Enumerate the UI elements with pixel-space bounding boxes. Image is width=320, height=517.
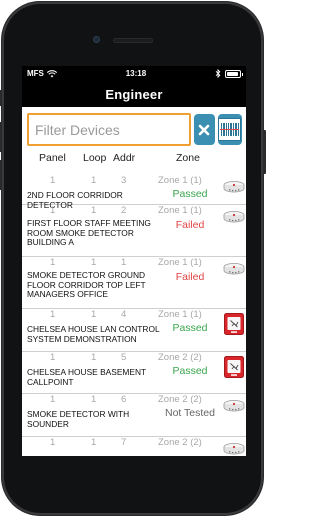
device-zone: Zone 1 (1) [158,257,202,268]
device-panel: 1 [50,352,56,363]
device-addr: 5 [121,352,127,363]
device-test-status: Not Tested [164,407,215,419]
filter-row [22,107,246,150]
device-list-item[interactable]: 1 1 2 Zone 1 (1) FIRST FLOOR STAFF MEETING R… [22,205,246,257]
column-headers: Panel Loop Addr Zone [22,150,246,164]
device-addr: 1 [121,257,127,268]
device-addr: 3 [121,175,127,186]
device-test-status: Passed [172,365,208,377]
callpoint-icon [224,356,244,378]
device-loop: 1 [91,257,97,268]
wifi-icon [46,69,57,77]
device-loop: 1 [91,309,97,320]
device-loop: 1 [91,175,97,186]
smoke-detector-icon [223,211,245,223]
clock: 13:18 [125,69,147,78]
device-test-status: Passed [172,322,208,334]
device-name: SMOKE DETECTOR GROUND FLOOR CORRIDOR TOP… [27,270,146,299]
device-test-status: Passed [172,188,208,200]
device-zone: Zone 2 (2) [158,352,202,363]
device-loop: 1 [91,205,97,216]
device-addr: 4 [121,309,127,320]
device-name: CHELSEA HOUSE BASEMENT CALLPOINT [27,367,146,387]
device-zone: Zone 1 (1) [158,309,202,320]
column-loop: Loop [83,152,107,164]
barcode-scan-icon [220,123,240,136]
device-test-status: Failed [175,219,205,231]
device-panel: 1 [50,257,56,268]
device-list-item[interactable]: 1 1 3 Zone 1 (1) 2ND FLOOR CORRIDOR DETECTOR… [22,175,246,209]
device-list-item[interactable]: 1 1 7 Zone 2 (2) [22,437,246,456]
page-title: Engineer [105,86,163,102]
device-name: FIRST FLOOR STAFF MEETING ROOM SMOKE DET… [27,218,151,247]
page-title-bar: Engineer [22,81,246,107]
mute-switch [0,90,2,106]
volume-down-button [0,160,2,190]
device-panel: 1 [50,205,56,216]
device-type-icon-wrapper [223,181,245,200]
close-icon [199,124,210,135]
device-addr: 2 [121,205,127,216]
front-camera [93,36,100,43]
bluetooth-icon [215,69,221,78]
volume-up-button [0,122,2,152]
device-loop: 1 [91,394,97,405]
app-screen: MFS 13:18 Engineer Filter Devices Panel … [22,66,246,456]
device-type-icon-wrapper [223,443,245,456]
device-address-row: 1 1 1 Zone 1 (1) [22,257,246,269]
status-bar: MFS 13:18 [22,66,246,81]
device-panel: 1 [50,175,56,186]
device-type-icon-wrapper [223,263,245,282]
smoke-detector-icon [223,400,245,412]
device-loop: 1 [91,352,97,363]
device-list-item[interactable]: 1 1 6 Zone 2 (2) SMOKE DETECTOR WITH SOUNDER… [22,394,246,437]
device-list-item[interactable]: 1 1 1 Zone 1 (1) SMOKE DETECTOR GROUND FLOOR… [22,257,246,309]
filter-devices-input[interactable] [27,113,191,146]
device-type-icon-wrapper [223,211,245,230]
device-loop: 1 [91,437,97,448]
device-zone: Zone 1 (1) [158,175,202,186]
device-zone: Zone 2 (2) [158,437,202,448]
clear-filter-button[interactable] [194,114,215,145]
smoke-detector-icon [223,443,245,455]
device-address-row: 1 1 7 Zone 2 (2) [22,437,246,449]
device-list-item[interactable]: 1 1 5 Zone 2 (2) CHELSEA HOUSE BASEMENT CALL… [22,352,246,394]
device-address-row: 1 1 4 Zone 1 (1) [22,309,246,321]
power-button [263,130,266,174]
carrier-label: MFS [27,69,44,78]
device-addr: 7 [121,437,127,448]
device-panel: 1 [50,394,56,405]
device-test-status: Failed [175,271,205,283]
device-address-row: 1 1 2 Zone 1 (1) [22,205,246,217]
device-address-row: 1 1 5 Zone 2 (2) [22,352,246,364]
device-panel: 1 [50,437,56,448]
device-name: CHELSEA HOUSE LAN CONTROL SYSTEM DEMONST… [27,324,160,344]
device-address-row: 1 1 6 Zone 2 (2) [22,394,246,406]
earpiece-speaker [113,38,153,43]
column-addr: Addr [113,152,136,164]
device-type-icon-wrapper [224,356,244,383]
device-addr: 6 [121,394,127,405]
device-address-row: 1 1 3 Zone 1 (1) [22,175,246,187]
device-list: 1 1 3 Zone 1 (1) 2ND FLOOR CORRIDOR DETECTOR… [22,175,246,456]
scan-barcode-button[interactable] [217,114,242,145]
device-list-item[interactable]: 1 1 4 Zone 1 (1) CHELSEA HOUSE LAN CONTROL S… [22,309,246,352]
device-name: SMOKE DETECTOR WITH SOUNDER [27,409,130,429]
device-type-icon-wrapper [223,400,245,419]
phone-frame: MFS 13:18 Engineer Filter Devices Panel … [0,2,266,515]
battery-icon [224,69,243,78]
column-zone: Zone [176,152,200,164]
callpoint-icon [224,313,244,335]
device-zone: Zone 2 (2) [158,394,202,405]
column-panel: Panel [39,152,66,164]
device-panel: 1 [50,309,56,320]
device-type-icon-wrapper [224,313,244,340]
device-zone: Zone 1 (1) [158,205,202,216]
smoke-detector-icon [223,181,245,193]
smoke-detector-icon [223,263,245,275]
